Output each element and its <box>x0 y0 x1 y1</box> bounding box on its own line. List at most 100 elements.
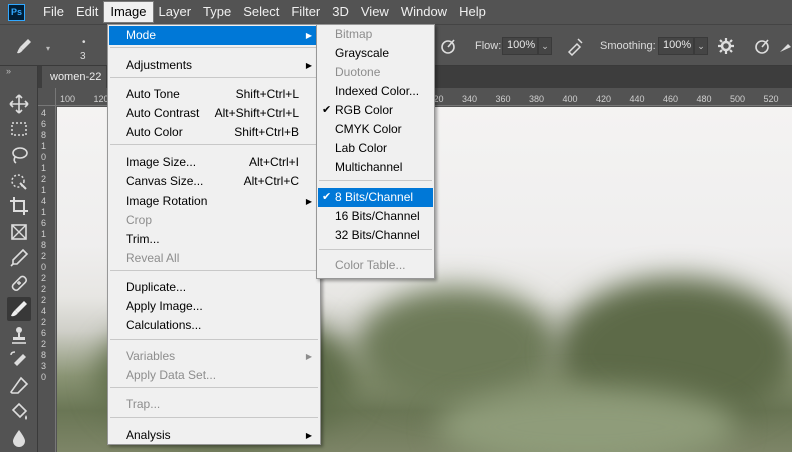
mode-menu-item-32-bits-channel[interactable]: 32 Bits/Channel <box>318 226 433 245</box>
image-menu-item-auto-color[interactable]: Auto Color Shift+Ctrl+B <box>109 123 319 142</box>
menu-select[interactable]: Select <box>237 2 285 22</box>
smoothing-dropdown-icon[interactable]: ⌄ <box>694 37 708 55</box>
collapse-panel-icon[interactable]: » <box>6 66 11 76</box>
ruler-tick-label: 6 <box>41 218 47 228</box>
brush-tool-icon[interactable] <box>14 36 34 56</box>
image-menu-item-image-size[interactable]: Image Size... Alt+Ctrl+I <box>109 153 319 172</box>
menu-item-shortcut: Alt+Ctrl+C <box>243 174 299 188</box>
brush-size-dot-icon: • <box>82 37 86 48</box>
document-tab[interactable]: women-22 <box>42 66 106 88</box>
ruler-tick-label: 1 <box>41 163 47 173</box>
ruler-tick-label: 0 <box>41 152 47 162</box>
menu-help[interactable]: Help <box>453 2 492 22</box>
mode-menu-item-8-bits-channel[interactable]: ✔ 8 Bits/Channel <box>318 188 433 207</box>
brush-icon <box>11 301 27 317</box>
menu-item-label: Canvas Size... <box>126 174 204 188</box>
submenu-arrow-icon: ▶ <box>305 352 312 361</box>
symmetry-icon[interactable] <box>776 36 792 56</box>
menu-separator <box>319 180 432 181</box>
image-menu-item-duplicate[interactable]: Duplicate... <box>109 278 319 297</box>
ruler-tick-label: 6 <box>41 119 47 129</box>
ruler-tick-label: 4 <box>41 196 47 206</box>
mode-menu-item-lab-color[interactable]: Lab Color <box>318 139 433 158</box>
menu-item-label: Crop <box>126 213 153 227</box>
brush-tool-active[interactable] <box>7 297 31 321</box>
ruler-corner[interactable] <box>38 88 56 106</box>
mode-menu-item-cmyk-color[interactable]: CMYK Color <box>318 120 433 139</box>
menu-image[interactable]: Image <box>103 1 154 23</box>
brush-preset-arrow-icon[interactable]: ▾ <box>46 44 50 53</box>
pressure-opacity-icon[interactable] <box>438 36 458 56</box>
menu-filter[interactable]: Filter <box>285 2 326 22</box>
ruler-tick-label: 2 <box>41 273 47 283</box>
image-menu-item-apply-image[interactable]: Apply Image... <box>109 297 319 316</box>
eraser-tool-icon[interactable] <box>7 374 31 398</box>
menu-item-label: Apply Image... <box>126 299 203 313</box>
flow-dropdown-icon[interactable]: ⌄ <box>538 37 552 55</box>
image-menu-item-analysis[interactable]: Analysis ▶ <box>109 426 319 445</box>
ruler-tick-label: 8 <box>41 350 47 360</box>
image-menu-item-mode[interactable]: Mode ▶ <box>109 26 319 45</box>
menu-item-label: 32 Bits/Channel <box>335 228 420 242</box>
menu-item-label: Trim... <box>126 232 160 246</box>
menu-edit[interactable]: Edit <box>70 2 104 22</box>
mode-menu-item-indexed-color[interactable]: Indexed Color... <box>318 82 433 101</box>
eyedropper-tool-icon[interactable] <box>7 246 31 270</box>
pressure-size-icon[interactable] <box>752 36 772 56</box>
menu-separator <box>110 270 318 271</box>
healing-brush-tool-icon[interactable] <box>7 271 31 295</box>
image-menu-item-image-rotation[interactable]: Image Rotation ▶ <box>109 192 319 211</box>
mode-menu-item-16-bits-channel[interactable]: 16 Bits/Channel <box>318 207 433 226</box>
menu-window[interactable]: Window <box>395 2 453 22</box>
image-menu-item-auto-contrast[interactable]: Auto Contrast Alt+Shift+Ctrl+L <box>109 104 319 123</box>
quick-selection-tool-icon[interactable] <box>7 169 31 193</box>
ruler-tick-label: 2 <box>41 174 47 184</box>
menu-item-label: Auto Contrast <box>126 106 200 120</box>
menu-bar: Ps File Edit Image Layer Type Select Fil… <box>0 0 792 24</box>
menu-type[interactable]: Type <box>197 2 237 22</box>
menu-item-label: Grayscale <box>335 46 390 60</box>
frame-tool-icon[interactable] <box>7 220 31 244</box>
smoothing-input[interactable]: 100% <box>658 37 694 55</box>
ruler-tick-label: 1 <box>41 229 47 239</box>
vertical-ruler[interactable]: 4681012141618202224262830 <box>38 106 56 452</box>
ruler-tick-label: 1 <box>41 185 47 195</box>
image-menu-item-trim[interactable]: Trim... <box>109 230 319 249</box>
checkmark-icon: ✔ <box>322 104 332 116</box>
menu-file[interactable]: File <box>37 2 70 22</box>
ruler-tick-label: 8 <box>41 240 47 250</box>
ruler-tick-label: 3 <box>41 361 47 371</box>
image-menu-item-calculations[interactable]: Calculations... <box>109 316 319 335</box>
menu-3d[interactable]: 3D <box>326 2 355 22</box>
mode-menu-item-grayscale[interactable]: Grayscale <box>318 44 433 63</box>
menu-view[interactable]: View <box>355 2 395 22</box>
image-menu-item-trap: Trap... <box>109 395 319 414</box>
image-menu-item-auto-tone[interactable]: Auto Tone Shift+Ctrl+L <box>109 85 319 104</box>
crop-tool-icon[interactable] <box>7 194 31 218</box>
ruler-tick-label: 420 <box>596 94 612 104</box>
menu-item-label: Bitmap <box>335 27 373 41</box>
move-tool-icon[interactable] <box>7 92 31 116</box>
menu-layer[interactable]: Layer <box>153 2 198 22</box>
mode-menu-item-multichannel[interactable]: Multichannel <box>318 158 433 177</box>
brush-size-value[interactable]: 3 <box>80 51 86 62</box>
history-brush-tool-icon[interactable] <box>7 349 31 373</box>
paint-bucket-tool-icon[interactable] <box>7 400 31 424</box>
clone-stamp-tool-icon[interactable] <box>7 323 31 347</box>
lasso-tool-icon[interactable] <box>7 143 31 167</box>
ruler-tick-label: 1 <box>41 207 47 217</box>
image-menu-item-adjustments[interactable]: Adjustments ▶ <box>109 56 319 75</box>
image-menu-item-canvas-size[interactable]: Canvas Size... Alt+Ctrl+C <box>109 172 319 191</box>
ruler-tick-label: 8 <box>41 130 47 140</box>
airbrush-icon[interactable] <box>565 36 585 56</box>
menu-separator <box>110 47 318 48</box>
menu-item-label: Color Table... <box>335 258 406 272</box>
menu-item-label: Mode <box>126 28 157 42</box>
mode-menu-item-rgb-color[interactable]: ✔ RGB Color <box>318 101 433 120</box>
marquee-tool-icon[interactable] <box>7 117 31 141</box>
menu-separator <box>110 387 318 388</box>
flow-input[interactable]: 100% <box>502 37 538 55</box>
gear-icon[interactable] <box>716 36 736 56</box>
menu-item-label: Image Rotation <box>126 194 208 208</box>
blur-tool-icon[interactable] <box>7 426 31 450</box>
